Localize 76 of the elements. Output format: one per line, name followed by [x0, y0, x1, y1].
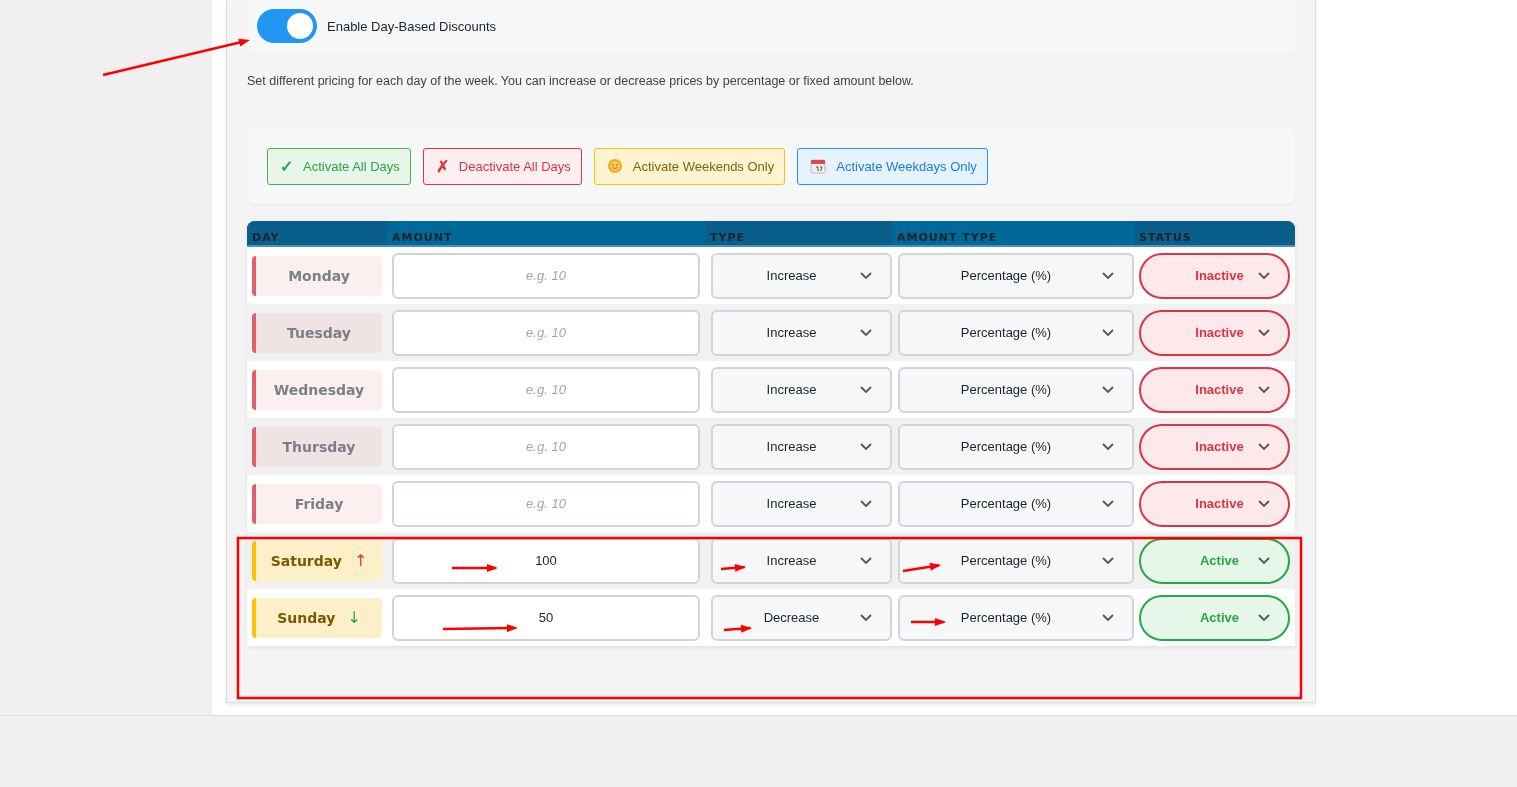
quick-action-button[interactable]: ✗ Deactivate All Days [422, 147, 582, 185]
calendar-icon [810, 158, 827, 174]
description-text: Set different pricing for each day of the week. You can increase or decrease prices by percentage or fixed amount below. [247, 74, 915, 88]
amount-type-select[interactable]: Percentage (%) [898, 480, 1134, 527]
sun-icon [606, 158, 623, 174]
status-select[interactable]: Inactive [1139, 309, 1290, 356]
chevron-down-icon [1258, 385, 1270, 394]
amount-type-select[interactable]: Percentage (%) [898, 537, 1134, 584]
type-select[interactable]: Decrease [711, 594, 892, 641]
chevron-down-icon [1258, 499, 1270, 508]
annotation-arrow [723, 624, 752, 633]
chevron-down-icon [1102, 328, 1114, 337]
day-label: Thursday [252, 426, 382, 467]
check-icon: ✓ [280, 156, 293, 176]
chevron-down-icon [860, 385, 872, 394]
type-select[interactable]: Increase [711, 537, 892, 584]
day-label: Tuesday [252, 312, 382, 353]
type-select[interactable]: Increase [711, 423, 892, 470]
chevron-down-icon [1102, 385, 1114, 394]
trend-arrow-icon: ↑ [353, 551, 368, 570]
cross-icon: ✗ [435, 156, 449, 176]
amount-input[interactable]: 50 [392, 594, 700, 641]
amount-input[interactable]: 100 [392, 537, 700, 584]
chevron-down-icon [1258, 613, 1270, 622]
annotation-arrow [452, 564, 498, 572]
day-label: Wednesday [252, 369, 382, 410]
amount-input[interactable]: e.g. 10 [392, 252, 700, 299]
status-select[interactable]: Inactive [1139, 423, 1290, 470]
trend-arrow-icon: ↓ [347, 608, 361, 627]
column-header: TYPE [705, 221, 892, 245]
type-select[interactable]: Increase [711, 252, 892, 299]
chevron-down-icon [1258, 271, 1270, 280]
chevron-down-icon [860, 271, 872, 280]
toggle-label: Enable Day-Based Discounts [327, 18, 497, 34]
chevron-down-icon [860, 328, 872, 337]
status-select[interactable]: Inactive [1139, 480, 1290, 527]
chevron-down-icon [1102, 613, 1114, 622]
chevron-down-icon [1102, 556, 1114, 565]
day-label: Sunday ↓ [252, 597, 382, 638]
chevron-down-icon [860, 442, 872, 451]
column-header: AMOUNT [391, 230, 454, 245]
annotation-arrow [911, 618, 946, 626]
column-header: DAY [247, 221, 387, 245]
amount-type-select[interactable]: Percentage (%) [898, 366, 1134, 413]
amount-input[interactable]: e.g. 10 [392, 480, 700, 527]
chevron-down-icon [1102, 442, 1114, 451]
quick-action-button[interactable]: Activate Weekdays Only [797, 147, 988, 185]
chevron-down-icon [860, 613, 872, 622]
chevron-down-icon [860, 556, 872, 565]
column-header: STATUS [1134, 221, 1295, 245]
amount-input[interactable]: e.g. 10 [392, 423, 700, 470]
toggle-switch[interactable] [257, 9, 317, 43]
column-header: AMOUNT TYPE [896, 230, 999, 245]
chevron-down-icon [1258, 328, 1270, 337]
type-select[interactable]: Increase [711, 480, 892, 527]
amount-type-select[interactable]: Percentage (%) [898, 309, 1134, 356]
type-select[interactable]: Increase [711, 366, 892, 413]
type-select[interactable]: Increase [711, 309, 892, 356]
amount-type-select[interactable]: Percentage (%) [898, 423, 1134, 470]
amount-type-select[interactable]: Percentage (%) [898, 594, 1134, 641]
day-label: Saturday ↑ [252, 540, 382, 581]
amount-input[interactable]: e.g. 10 [392, 309, 700, 356]
chevron-down-icon [1102, 499, 1114, 508]
chevron-down-icon [1102, 271, 1114, 280]
annotation-arrow [902, 562, 941, 573]
quick-action-button[interactable]: Activate Weekends Only [593, 147, 786, 185]
amount-input[interactable]: e.g. 10 [392, 366, 700, 413]
day-label: Monday [252, 255, 382, 296]
annotation-arrow [720, 563, 746, 572]
chevron-down-icon [860, 499, 872, 508]
status-select[interactable]: Inactive [1139, 252, 1290, 299]
day-label: Friday [252, 483, 382, 524]
amount-type-select[interactable]: Percentage (%) [898, 252, 1134, 299]
status-select[interactable]: Inactive [1139, 366, 1290, 413]
chevron-down-icon [1258, 442, 1270, 451]
chevron-down-icon [1258, 556, 1270, 565]
